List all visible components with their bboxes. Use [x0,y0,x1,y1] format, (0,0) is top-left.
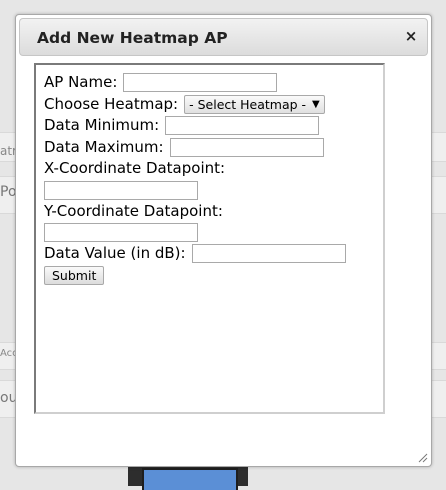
add-heatmap-ap-dialog: Add New Heatmap AP × AP Name: Choose Hea… [15,14,432,467]
dialog-title: Add New Heatmap AP [37,29,228,47]
resize-grip-icon[interactable] [418,453,428,463]
ap-name-label: AP Name: [44,73,118,92]
heatmap-label: Choose Heatmap: [44,94,179,113]
heatmap-select-value: - Select Heatmap - [189,96,307,112]
x-coordinate-label: X-Coordinate Datapoint: [44,159,226,178]
add-ap-form: AP Name: Choose Heatmap: - Select Heatma… [44,72,346,286]
data-minimum-label: Data Minimum: [44,116,160,135]
x-coordinate-input[interactable] [44,180,198,200]
form-frame: AP Name: Choose Heatmap: - Select Heatma… [34,63,385,414]
data-value-label: Data Value (in dB): [44,244,186,263]
y-coordinate-input[interactable] [44,223,198,242]
data-maximum-input[interactable] [169,137,324,157]
background-device-screen [142,468,238,490]
dialog-titlebar[interactable]: Add New Heatmap AP × [19,18,428,56]
submit-button[interactable]: Submit [44,265,105,285]
data-minimum-input[interactable] [165,116,320,136]
data-maximum-label: Data Maximum: [44,137,164,156]
data-value-input[interactable] [191,244,346,264]
close-icon[interactable]: × [403,28,419,44]
ap-name-input[interactable] [123,73,278,93]
heatmap-select[interactable]: - Select Heatmap - ▼ [184,94,325,114]
chevron-down-icon: ▼ [312,98,320,110]
y-coordinate-label: Y-Coordinate Datapoint: [44,201,223,220]
